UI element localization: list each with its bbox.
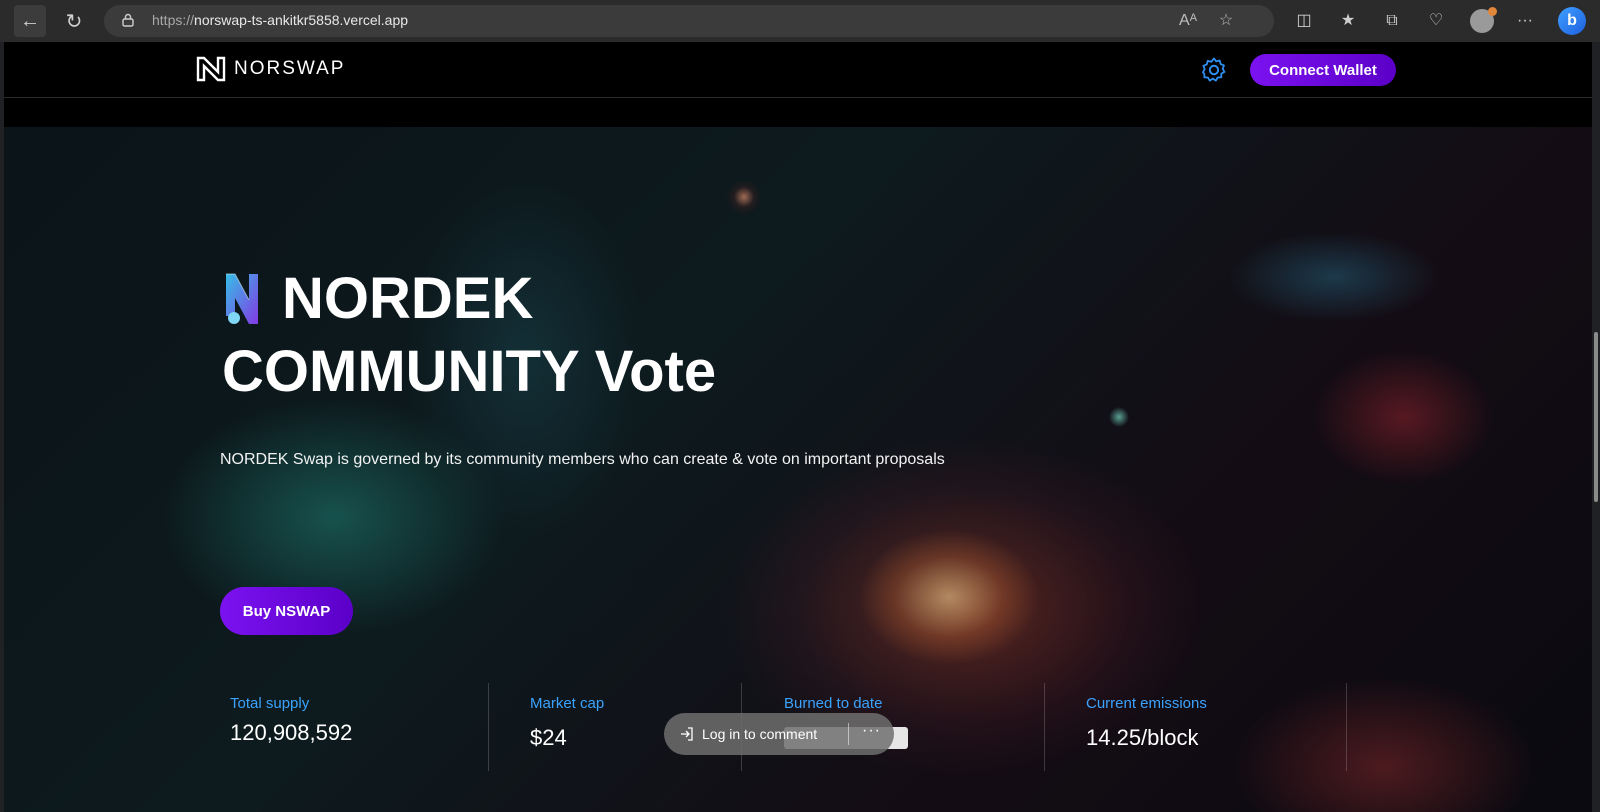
hero-title-row: NORDEK bbox=[222, 267, 533, 331]
web-page: NORSWAP Connect Wallet NORDEK COMMUNITY … bbox=[4, 42, 1592, 812]
scrollbar-thumb[interactable] bbox=[1594, 332, 1598, 502]
address-bar[interactable]: https://norswap-ts-ankitkr5858.vercel.ap… bbox=[104, 5, 1274, 37]
more-menu-icon[interactable]: ··· bbox=[1514, 10, 1536, 32]
url-text: https://norswap-ts-ankitkr5858.vercel.ap… bbox=[152, 12, 409, 28]
login-to-comment-label[interactable]: Log in to comment bbox=[702, 726, 817, 742]
stat-current-emissions: Current emissions 14.25/block bbox=[1086, 695, 1207, 751]
norswap-logo-icon bbox=[196, 56, 226, 82]
stat-label: Current emissions bbox=[1086, 695, 1207, 712]
stat-label: Market cap bbox=[530, 695, 605, 712]
stat-value: 14.25/block bbox=[1086, 725, 1199, 750]
hero-subtitle: NORDEK Swap is governed by its community… bbox=[220, 451, 945, 468]
stat-value: $24 bbox=[530, 725, 567, 750]
more-options-icon[interactable]: ··· bbox=[862, 722, 881, 740]
stat-divider bbox=[488, 683, 489, 771]
back-arrow-icon[interactable]: ← bbox=[14, 5, 46, 37]
stat-label: Total supply bbox=[230, 695, 310, 712]
stat-value: 120,908,592 bbox=[230, 720, 353, 745]
logo-text: NORSWAP bbox=[234, 58, 346, 79]
read-aloud-icon[interactable]: Aᴬ bbox=[1178, 11, 1198, 31]
connect-wallet-button[interactable]: Connect Wallet bbox=[1250, 54, 1396, 86]
favorite-star-icon[interactable]: ☆ bbox=[1216, 11, 1236, 31]
pill-divider bbox=[848, 723, 849, 745]
site-header: NORSWAP Connect Wallet bbox=[4, 42, 1592, 98]
stat-divider bbox=[1044, 683, 1045, 771]
split-screen-icon[interactable]: ◫ bbox=[1293, 10, 1315, 32]
browser-toolbar: ← ↻ https://norswap-ts-ankitkr5858.verce… bbox=[0, 0, 1600, 42]
nordek-logo-icon bbox=[226, 273, 258, 324]
page-scrollbar[interactable] bbox=[1592, 42, 1600, 812]
login-to-comment-pill[interactable]: Log in to comment ··· bbox=[664, 713, 894, 755]
stat-divider bbox=[1346, 683, 1347, 771]
copilot-icon[interactable]: b bbox=[1558, 7, 1586, 35]
browser-essentials-icon[interactable]: ♡ bbox=[1425, 10, 1447, 32]
stat-total-supply: Total supply 120,908,592 bbox=[230, 695, 352, 746]
stat-label: Burned to date bbox=[784, 695, 883, 712]
collections-icon[interactable]: ⧉ bbox=[1381, 10, 1403, 32]
favorites-icon[interactable]: ★ bbox=[1337, 10, 1359, 32]
buy-nswap-button[interactable]: Buy NSWAP bbox=[220, 587, 353, 635]
sign-in-icon bbox=[681, 727, 693, 741]
stat-market-cap: Market cap $24 bbox=[530, 695, 604, 751]
hero-title-line1: NORDEK bbox=[282, 266, 534, 331]
reload-icon[interactable]: ↻ bbox=[58, 5, 90, 37]
norswap-logo[interactable]: NORSWAP bbox=[196, 56, 345, 82]
profile-avatar[interactable] bbox=[1470, 7, 1497, 33]
hero-title-line2: COMMUNITY Vote bbox=[222, 339, 717, 404]
gear-icon[interactable] bbox=[1200, 56, 1228, 84]
lock-icon bbox=[122, 13, 134, 27]
